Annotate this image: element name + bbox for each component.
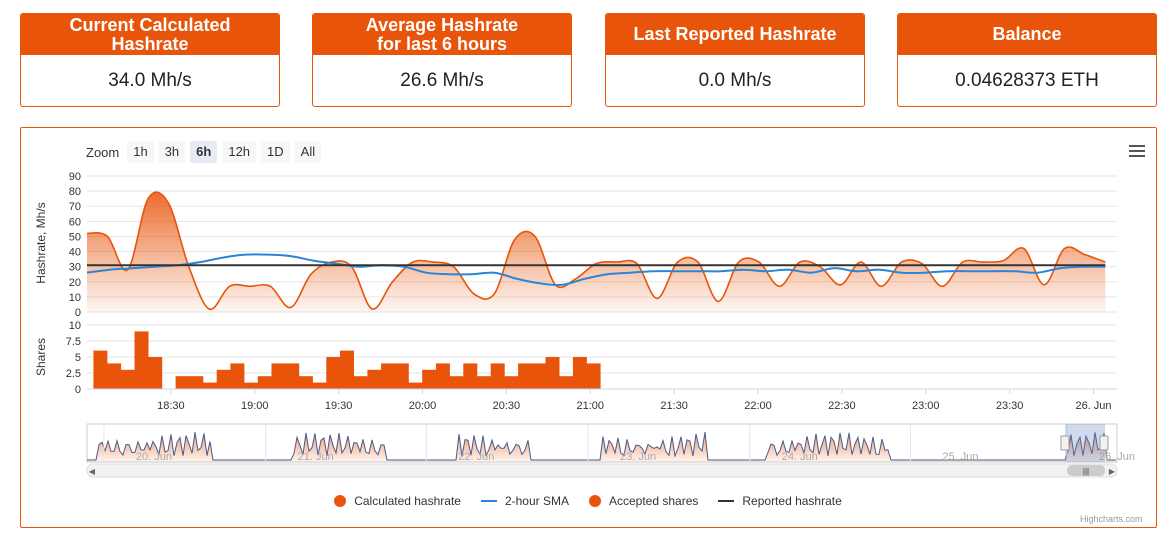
x-tick-label: 21:00 [576, 400, 604, 412]
x-tick-label: 22:30 [828, 400, 856, 412]
legend-label: Reported hashrate [742, 494, 842, 508]
share-bar [326, 357, 341, 389]
x-tick-label: 21:30 [660, 400, 688, 412]
scroll-left-arrow-icon[interactable]: ◀ [89, 467, 96, 476]
hashrate-ytick-label: 20 [69, 277, 81, 289]
share-bar [175, 376, 190, 389]
hashrate-ytick-label: 90 [69, 171, 81, 183]
shares-ytick-label: 7.5 [66, 336, 81, 348]
navigator-scrollbar[interactable] [86, 463, 1118, 478]
share-bar [298, 376, 313, 389]
x-tick-label: 20:00 [409, 400, 437, 412]
shares-ytick-label: 0 [75, 384, 81, 396]
share-bar [148, 357, 163, 389]
navigator-selection[interactable] [1065, 424, 1105, 462]
share-bar [230, 363, 245, 389]
legend-item-shares[interactable]: Accepted shares [588, 494, 699, 508]
shares-axis-title: Shares [34, 338, 48, 376]
share-bar [394, 363, 409, 389]
legend-dot-icon [334, 495, 347, 507]
hashrate-axis-title: Hashrate, Mh/s [34, 202, 48, 283]
x-tick-label: 23:30 [996, 400, 1024, 412]
share-bar [203, 382, 217, 389]
share-bar [134, 331, 149, 389]
share-bar [490, 363, 505, 389]
x-tick-label: 26. Jun [1075, 400, 1111, 412]
legend-item-calculated[interactable]: Calculated hashrate [334, 494, 461, 508]
share-bar [572, 357, 587, 389]
x-tick-label: 19:30 [325, 400, 353, 412]
shares-ytick-label: 5 [75, 352, 81, 364]
share-bar [257, 376, 272, 389]
legend-line-icon [718, 500, 735, 502]
share-bar [408, 382, 423, 389]
share-bar [531, 363, 546, 389]
x-tick-label: 23:00 [912, 400, 940, 412]
legend-label: 2-hour SMA [504, 494, 569, 508]
share-bar [107, 363, 122, 389]
navigator-date-label: 22. Jun [458, 451, 494, 463]
legend-label: Accepted shares [608, 494, 699, 508]
share-bar [367, 369, 382, 389]
navigator-date-label: 21. Jun [298, 451, 334, 463]
share-bar [244, 382, 259, 389]
hashrate-ytick-label: 70 [69, 201, 81, 213]
share-bar [93, 350, 108, 389]
share-bar [120, 369, 135, 389]
shares-ytick-label: 10 [69, 320, 81, 332]
share-bar [449, 376, 464, 389]
share-bar [545, 357, 560, 389]
share-bar [463, 363, 478, 389]
navigator-date-label: 20. Jun [136, 451, 172, 463]
scroll-right-arrow-icon[interactable]: ▶ [1109, 467, 1116, 476]
calculated-hashrate-area [87, 192, 1106, 312]
legend-item-reported[interactable]: Reported hashrate [718, 494, 842, 508]
share-bar [189, 376, 204, 389]
scrollbar-grip-icon: ||| [1083, 467, 1089, 476]
navigator-date-label: 25. Jun [942, 451, 978, 463]
navigator-handle[interactable] [1060, 435, 1070, 451]
share-bar [422, 369, 437, 389]
x-tick-label: 18:30 [157, 400, 185, 412]
chart-svg: Hashrate, Mh/s Shares 010203040506070809… [34, 171, 1135, 478]
legend-item-sma[interactable]: 2-hour SMA [480, 494, 569, 508]
shares-ytick-label: 2.5 [66, 368, 81, 380]
chart-legend: Calculated hashrate 2-hour SMA Accepted … [0, 494, 1176, 508]
share-bar [340, 350, 354, 389]
share-bar [518, 363, 533, 389]
navigator-date-label: 24. Jun [782, 451, 818, 463]
share-bar [271, 363, 286, 389]
hashrate-ytick-label: 80 [69, 186, 81, 198]
hashrate-ytick-label: 30 [69, 262, 81, 274]
legend-dot-icon [588, 495, 601, 507]
share-bar [504, 376, 519, 389]
share-bar [353, 376, 368, 389]
share-bar [285, 363, 300, 389]
share-bar [559, 376, 574, 389]
share-bar [216, 369, 231, 389]
navigator-handle[interactable] [1099, 435, 1109, 451]
legend-label: Calculated hashrate [354, 494, 461, 508]
share-bar [586, 363, 601, 389]
hashrate-ytick-label: 40 [69, 247, 81, 259]
hashrate-ytick-label: 50 [69, 231, 81, 243]
hashrate-ytick-label: 0 [75, 307, 81, 319]
navigator-date-label: 23. Jun [620, 451, 656, 463]
x-tick-label: 22:00 [744, 400, 772, 412]
x-tick-label: 20:30 [493, 400, 521, 412]
share-bar [435, 363, 450, 389]
hashrate-ytick-label: 60 [69, 216, 81, 228]
legend-line-icon [480, 500, 497, 502]
share-bar [312, 382, 327, 389]
hashrate-ytick-label: 10 [69, 292, 81, 304]
highcharts-credit[interactable]: Highcharts.com [1080, 514, 1143, 524]
share-bar [477, 376, 491, 389]
x-tick-label: 19:00 [241, 400, 269, 412]
share-bar [381, 363, 396, 389]
